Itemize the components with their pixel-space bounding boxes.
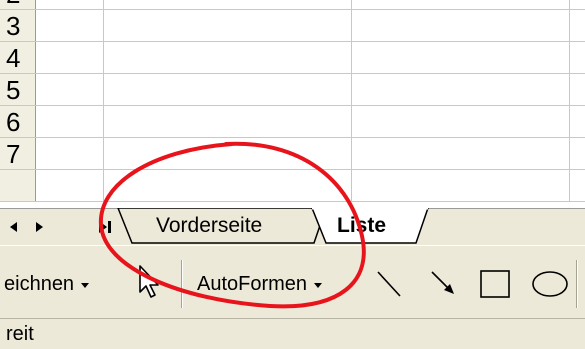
draw-menu-button[interactable]: eichnen xyxy=(4,264,90,304)
grid-cell[interactable] xyxy=(352,106,570,137)
status-bar: reit xyxy=(0,319,585,349)
grid-cell[interactable] xyxy=(104,74,352,105)
chevron-down-icon xyxy=(80,282,89,288)
toolbar-separator xyxy=(181,260,183,308)
grid-cell[interactable] xyxy=(352,42,570,73)
select-objects-icon xyxy=(139,265,159,298)
oval-icon xyxy=(532,271,568,297)
chevron-down-icon xyxy=(313,282,322,288)
grid-cell[interactable] xyxy=(36,10,104,41)
select-objects-button[interactable] xyxy=(136,264,162,305)
draw-menu-label: eichnen xyxy=(4,273,75,295)
prev-sheet-spacer xyxy=(54,209,76,245)
grid-cell[interactable] xyxy=(104,138,352,169)
first-sheet-icon xyxy=(10,222,17,232)
rectangle-icon xyxy=(480,270,510,298)
worksheet-grid[interactable]: 2 3 4 5 6 7 xyxy=(0,0,585,208)
line-icon xyxy=(377,271,401,297)
row-header[interactable]: 5 xyxy=(0,74,36,105)
grid-cell[interactable] xyxy=(36,106,104,137)
grid-row[interactable]: 2 xyxy=(0,0,585,10)
grid-cell[interactable] xyxy=(104,106,352,137)
row-header[interactable] xyxy=(0,170,36,201)
grid-row[interactable]: 4 xyxy=(0,42,585,74)
next-sheet-icon xyxy=(36,222,43,232)
tab-liste[interactable]: Liste xyxy=(337,208,386,244)
arrow-tool-button[interactable] xyxy=(428,268,460,305)
rectangle-tool-button[interactable] xyxy=(478,268,512,305)
grid-row[interactable]: 6 xyxy=(0,106,585,138)
grid-cell[interactable] xyxy=(104,10,352,41)
grid-cell[interactable] xyxy=(352,0,570,9)
grid-cell[interactable] xyxy=(352,74,570,105)
prev-sheet-button[interactable] xyxy=(28,209,50,245)
grid-cell[interactable] xyxy=(36,170,104,201)
row-header[interactable]: 3 xyxy=(0,10,36,41)
grid-cell[interactable] xyxy=(36,74,104,105)
grid-row[interactable] xyxy=(0,170,585,202)
grid-row[interactable]: 3 xyxy=(0,10,585,42)
drawing-toolbar: eichnen AutoFormen xyxy=(0,245,585,319)
grid-cell[interactable] xyxy=(352,170,570,201)
grid-row[interactable]: 5 xyxy=(0,74,585,106)
grid-cell[interactable] xyxy=(36,42,104,73)
grid-cell[interactable] xyxy=(104,170,352,201)
sheet-tab-bar: Vorderseite Liste xyxy=(0,208,585,245)
grid-cell[interactable] xyxy=(352,138,570,169)
grid-cell[interactable] xyxy=(36,138,104,169)
oval-tool-button[interactable] xyxy=(530,268,570,305)
status-text: reit xyxy=(6,323,34,345)
row-header[interactable]: 2 xyxy=(0,0,36,9)
grid-cell[interactable] xyxy=(352,10,570,41)
grid-row[interactable]: 7 xyxy=(0,138,585,170)
row-header[interactable]: 6 xyxy=(0,106,36,137)
line-tool-button[interactable] xyxy=(374,268,404,305)
grid-cell[interactable] xyxy=(104,0,352,9)
row-header[interactable]: 7 xyxy=(0,138,36,169)
toolbar-separator xyxy=(576,260,578,308)
grid-cell[interactable] xyxy=(36,0,104,9)
arrow-icon xyxy=(431,271,454,294)
grid-cell[interactable] xyxy=(104,42,352,73)
autoshapes-label: AutoFormen xyxy=(197,273,308,295)
tab-vorderseite[interactable]: Vorderseite xyxy=(156,208,262,244)
autoshapes-menu-button[interactable]: AutoFormen xyxy=(197,264,323,304)
first-sheet-button[interactable] xyxy=(2,209,24,245)
row-header[interactable]: 4 xyxy=(0,42,36,73)
